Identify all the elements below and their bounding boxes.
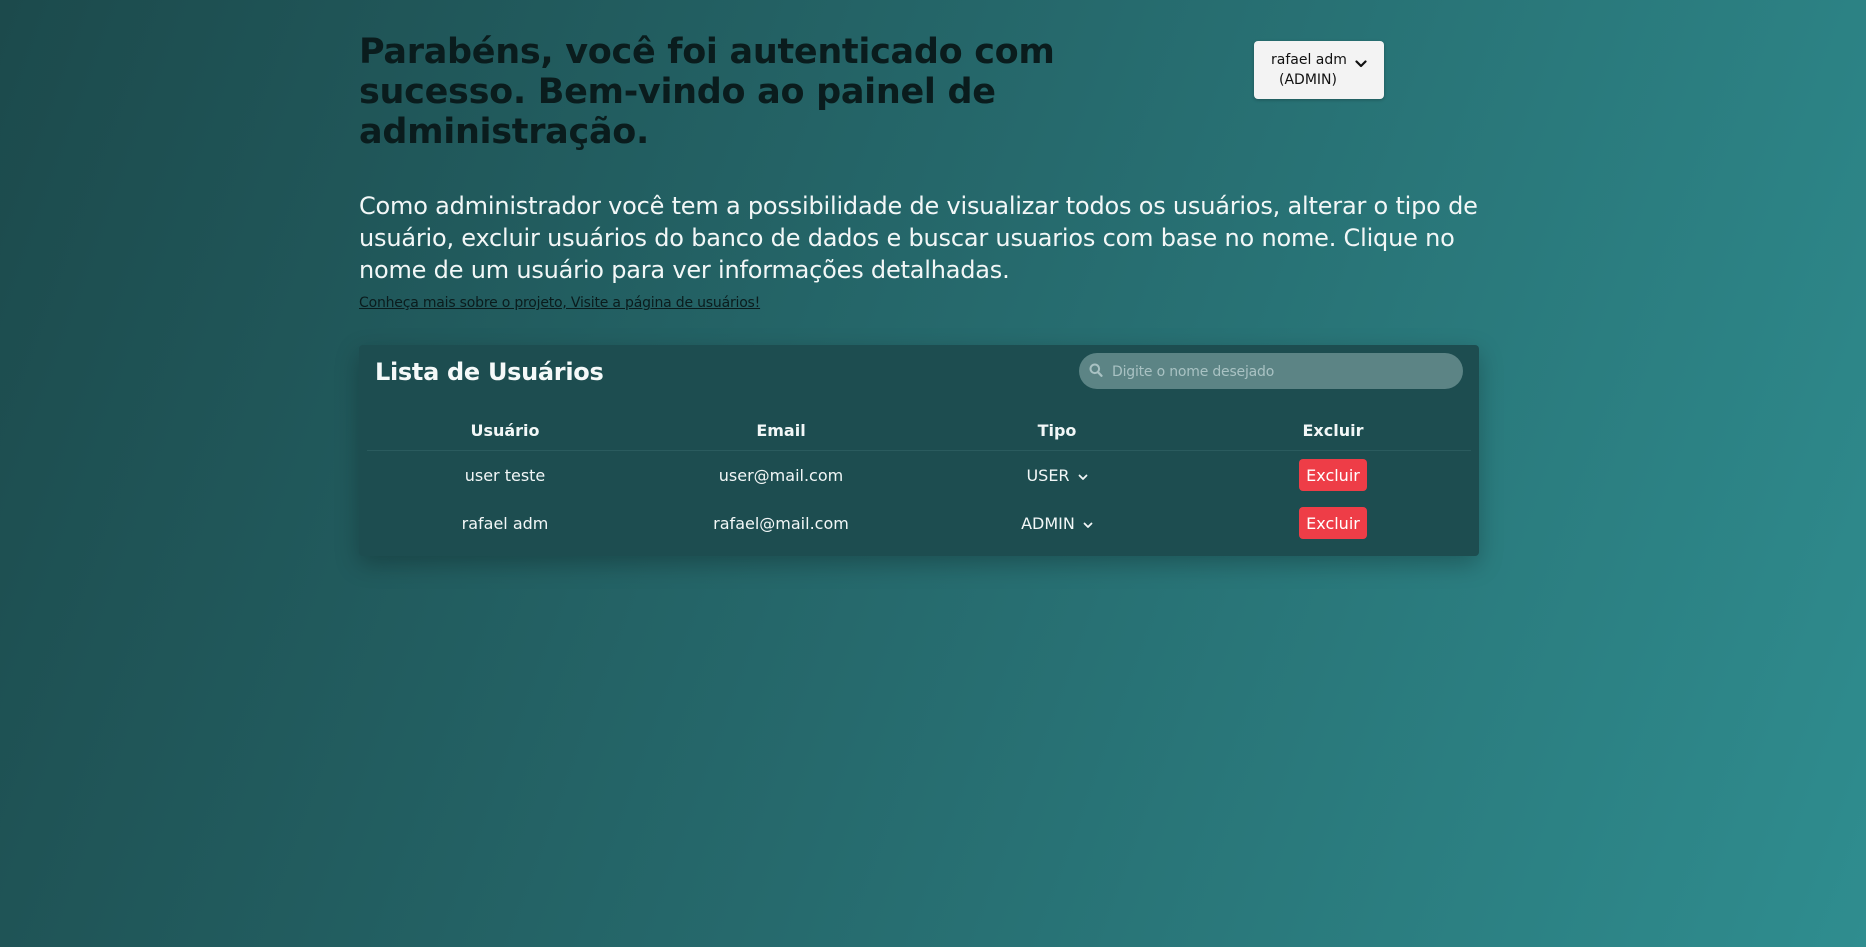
user-name-link[interactable]: rafael adm [367, 499, 643, 547]
project-links[interactable]: Conheça mais sobre o projeto, Visite a p… [359, 295, 760, 311]
page-title: Parabéns, você foi autenticado com suces… [359, 32, 1055, 152]
column-header-email: Email [643, 421, 919, 451]
user-type-select[interactable]: ADMIN [1021, 514, 1093, 533]
chevron-down-icon [1078, 466, 1088, 485]
search-box [1079, 353, 1463, 391]
search-input[interactable] [1110, 353, 1454, 391]
user-email: rafael@mail.com [713, 513, 849, 533]
delete-user-button[interactable]: Excluir [1299, 507, 1367, 539]
column-header-excluir: Excluir [1195, 421, 1471, 451]
user-menu-name: rafael adm [1271, 52, 1347, 68]
table-row: user teste user@mail.com USER Excluir [367, 451, 1471, 500]
user-type-select[interactable]: USER [1026, 466, 1087, 485]
search-icon [1089, 363, 1103, 382]
user-menu-role: (ADMIN) [1279, 72, 1337, 88]
table-header-row: Usuário Email Tipo Excluir [367, 421, 1471, 451]
user-menu-button[interactable]: rafael adm (ADMIN) [1254, 41, 1384, 99]
user-name-link[interactable]: user teste [367, 451, 643, 500]
column-header-tipo: Tipo [919, 421, 1195, 451]
table-row: rafael adm rafael@mail.com ADMIN Excluir [367, 499, 1471, 547]
user-email: user@mail.com [718, 465, 844, 485]
user-type-value: ADMIN [1021, 513, 1075, 533]
chevron-down-icon [1083, 514, 1093, 533]
users-table: Usuário Email Tipo Excluir user teste us… [367, 421, 1471, 547]
user-list-title: Lista de Usuários [375, 358, 604, 386]
chevron-down-icon [1355, 55, 1367, 75]
user-type-value: USER [1026, 465, 1070, 485]
page-description: Como administrador você tem a possibilid… [359, 192, 1478, 284]
column-header-usuario: Usuário [367, 421, 643, 451]
user-list-panel: Lista de Usuários Usuário Email Tipo Exc… [359, 345, 1479, 556]
delete-user-button[interactable]: Excluir [1299, 459, 1367, 491]
